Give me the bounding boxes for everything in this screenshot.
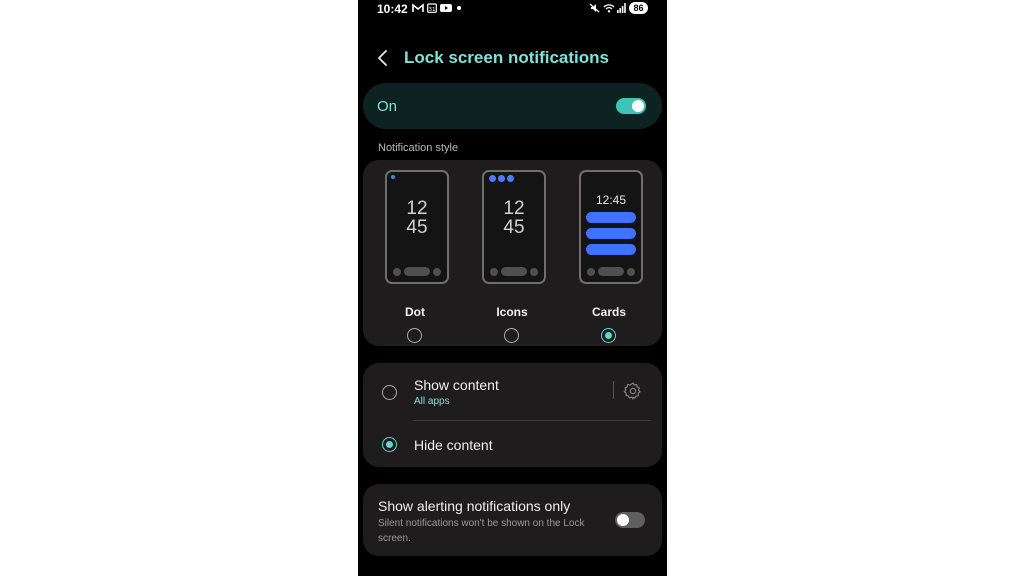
notification-style-label: Notification style <box>378 142 459 154</box>
preview-icon-dot <box>489 175 496 182</box>
preview-clock: 12:45 <box>595 193 627 207</box>
alerting-only-toggle[interactable] <box>615 512 645 528</box>
style-radio-icons[interactable] <box>504 328 519 343</box>
preview-clock-minute: 45 <box>406 217 428 238</box>
mute-icon <box>589 3 600 13</box>
master-toggle-switch[interactable] <box>616 98 646 114</box>
dot-icon <box>457 6 461 10</box>
preview-icon-dot <box>498 175 505 182</box>
horizontal-divider <box>413 420 651 421</box>
preview-card <box>586 212 636 223</box>
signal-icon <box>617 3 626 13</box>
gear-icon[interactable] <box>623 381 643 401</box>
hide-content-label[interactable]: Hide content <box>414 437 493 453</box>
dot-preview: 12 45 <box>385 170 449 284</box>
icons-preview: 12 45 <box>482 170 546 284</box>
style-radio-cards[interactable] <box>601 328 616 343</box>
preview-card <box>586 244 636 255</box>
app-header: Lock screen notifications <box>358 40 667 76</box>
show-content-sublabel[interactable]: All apps <box>414 396 450 407</box>
preview-shortcut <box>433 268 441 276</box>
calendar-icon: 31 <box>427 3 437 13</box>
alerting-only-title: Show alerting notifications only <box>378 498 571 514</box>
toggle-knob <box>617 514 629 526</box>
youtube-icon <box>440 4 452 12</box>
wifi-icon <box>603 4 615 13</box>
preview-nav-pill <box>501 267 527 276</box>
preview-card <box>586 228 636 239</box>
preview-icon-dot <box>507 175 514 182</box>
master-toggle-row[interactable]: On <box>363 83 662 129</box>
show-content-radio[interactable] <box>382 385 397 400</box>
notification-style-card: 12 45 Dot 12 45 Icons 12:45 Cards <box>363 160 662 346</box>
preview-clock-minute: 45 <box>503 217 525 238</box>
alerting-only-row[interactable]: Show alerting notifications only Silent … <box>363 484 662 556</box>
style-radio-dot[interactable] <box>407 328 422 343</box>
style-option-label: Dot <box>405 305 425 319</box>
style-option-label: Icons <box>496 305 528 319</box>
vertical-divider <box>613 381 614 399</box>
preview-nav-pill <box>404 267 430 276</box>
preview-shortcut <box>587 268 595 276</box>
status-time: 10:42 <box>377 2 408 16</box>
style-option-label: Cards <box>591 305 626 319</box>
chevron-left-icon[interactable] <box>376 48 390 68</box>
battery-indicator: 86 <box>629 2 648 14</box>
gmail-icon <box>412 3 424 12</box>
status-bar: 10:42 31 86 <box>358 0 667 18</box>
content-visibility-card: Show content All apps Hide content <box>363 363 662 467</box>
toggle-knob <box>632 100 644 112</box>
hide-content-radio[interactable] <box>382 437 397 452</box>
svg-text:31: 31 <box>429 7 436 13</box>
style-option-icons[interactable]: 12 45 Icons <box>466 168 546 344</box>
alerting-only-description: Silent notifications won't be shown on t… <box>378 518 585 544</box>
preview-shortcut <box>530 268 538 276</box>
master-toggle-label: On <box>377 98 398 115</box>
preview-nav-pill <box>598 267 624 276</box>
preview-shortcut <box>393 268 401 276</box>
show-content-label[interactable]: Show content <box>414 377 499 393</box>
page-title: Lock screen notifications <box>404 48 609 67</box>
preview-shortcut <box>627 268 635 276</box>
preview-clock-hour: 12 <box>406 198 428 219</box>
style-option-dot[interactable]: 12 45 Dot <box>369 168 449 344</box>
preview-dot <box>391 175 395 179</box>
cards-preview: 12:45 <box>579 170 643 284</box>
preview-shortcut <box>490 268 498 276</box>
preview-clock-hour: 12 <box>503 198 525 219</box>
phone-screen: 10:42 31 86 Lock screen notifications On… <box>358 0 667 576</box>
style-option-cards[interactable]: 12:45 Cards <box>563 168 643 344</box>
